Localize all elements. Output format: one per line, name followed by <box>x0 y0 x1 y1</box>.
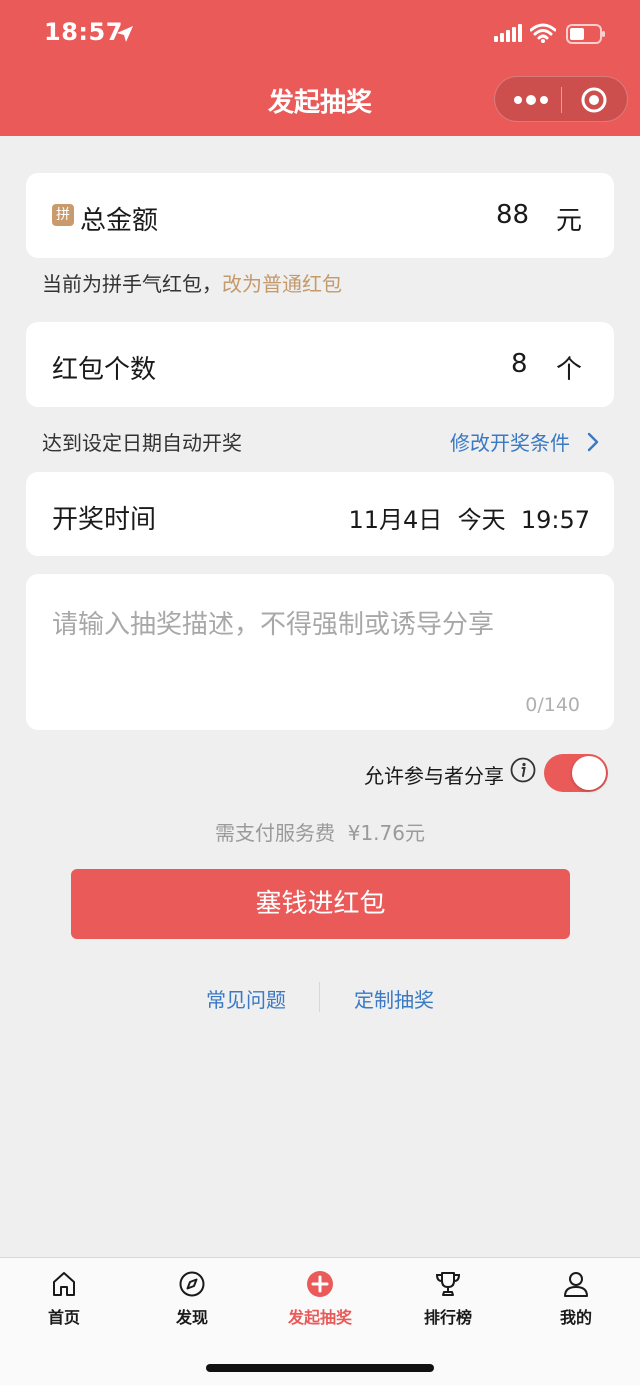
navigation-header: 18:57 发起抽奖 <box>0 0 640 136</box>
char-counter: 0/140 <box>525 694 580 716</box>
tab-home-label: 首页 <box>47 1308 80 1327</box>
change-to-normal-link[interactable]: 改为普通红包 <box>222 272 342 296</box>
service-fee: 需支付服务费 ¥1.76元 <box>215 821 425 845</box>
total-amount-card[interactable]: 拼 总金额 88 元 <box>26 173 614 258</box>
packet-type-hint: 当前为拼手气红包，改为普通红包 <box>42 268 342 297</box>
plus-circle-icon <box>307 1271 333 1297</box>
tab-create-lottery[interactable]: 发起抽奖 <box>256 1258 384 1338</box>
footer-divider <box>319 982 320 1012</box>
status-time: 18:57 <box>44 18 123 46</box>
pin-badge: 拼 <box>52 204 74 226</box>
capsule-divider <box>561 87 562 113</box>
draw-condition-text: 达到设定日期自动开奖 <box>42 431 242 455</box>
info-icon[interactable] <box>510 757 536 783</box>
packet-type-text: 当前为拼手气红包， <box>42 272 222 296</box>
share-label: 允许参与者分享 <box>364 764 504 788</box>
chevron-right-icon <box>588 432 599 452</box>
wifi-icon <box>530 23 556 43</box>
packet-count-label: 红包个数 <box>52 355 157 385</box>
share-setting-row: 允许参与者分享 <box>308 754 608 794</box>
tab-ranking[interactable]: 排行榜 <box>384 1258 512 1338</box>
tab-mine[interactable]: 我的 <box>512 1258 640 1338</box>
tab-home[interactable]: 首页 <box>0 1258 128 1338</box>
miniprogram-capsule <box>494 76 628 122</box>
share-toggle[interactable] <box>544 754 608 792</box>
tab-discover-label: 发现 <box>175 1308 208 1327</box>
packet-count-card[interactable]: 红包个数 8 个 <box>26 322 614 407</box>
draw-time-value[interactable]: 11月4日 今天 19:57 <box>349 500 591 535</box>
toggle-knob <box>572 756 606 790</box>
submit-red-packet-button[interactable]: 塞钱进红包 <box>71 869 570 939</box>
draw-time-card[interactable]: 开奖时间 11月4日 今天 19:57 <box>26 472 614 556</box>
more-options-icon[interactable] <box>511 91 551 109</box>
tab-ranking-label: 排行榜 <box>423 1308 472 1327</box>
total-amount-value[interactable]: 88 <box>496 200 529 230</box>
packet-count-unit: 个 <box>556 355 583 385</box>
home-icon <box>53 1272 75 1296</box>
modify-draw-condition-link[interactable]: 修改开奖条件 <box>450 427 600 456</box>
total-amount-unit: 元 <box>556 206 583 236</box>
description-placeholder: 请输入抽奖描述，不得强制或诱导分享 <box>52 610 495 640</box>
description-input[interactable]: 请输入抽奖描述，不得强制或诱导分享 0/140 <box>26 574 614 730</box>
location-arrow-icon <box>117 26 133 42</box>
tab-discover[interactable]: 发现 <box>128 1258 256 1338</box>
user-icon <box>564 1272 588 1297</box>
total-amount-label: 总金额 <box>80 206 159 236</box>
tab-mine-label: 我的 <box>559 1308 592 1327</box>
battery-icon <box>566 24 605 44</box>
close-miniprogram-icon[interactable] <box>581 87 607 113</box>
packet-count-value[interactable]: 8 <box>511 349 528 379</box>
footer-links: 常见问题 定制抽奖 <box>0 982 640 1014</box>
tab-create-lottery-label: 发起抽奖 <box>287 1308 352 1327</box>
custom-lottery-link[interactable]: 定制抽奖 <box>354 984 434 1013</box>
home-indicator <box>206 1364 434 1372</box>
cellular-signal-icon <box>494 24 522 42</box>
compass-icon <box>179 1271 205 1297</box>
modify-draw-condition-label: 修改开奖条件 <box>450 431 570 455</box>
trophy-icon <box>435 1272 461 1296</box>
draw-time-label: 开奖时间 <box>52 505 157 535</box>
faq-link[interactable]: 常见问题 <box>206 984 286 1013</box>
